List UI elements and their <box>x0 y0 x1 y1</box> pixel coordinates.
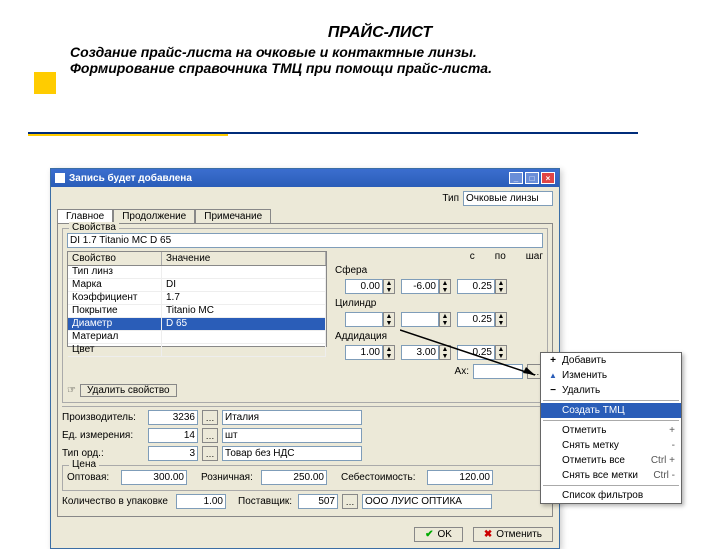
titlebar[interactable]: Запись будет добавлена _ □ × <box>51 169 559 187</box>
range-to-label: по <box>495 251 506 262</box>
type-field[interactable] <box>463 191 553 206</box>
maximize-button[interactable]: □ <box>525 172 539 184</box>
addidation-to[interactable] <box>401 345 439 360</box>
slide-bullet-marker <box>34 72 56 94</box>
table-row[interactable]: ДиаметрD 65 <box>68 318 326 331</box>
dialog-window: Запись будет добавлена _ □ × Тип Главное… <box>50 168 560 549</box>
minus-icon: − <box>547 385 559 396</box>
menu-add[interactable]: +Добавить <box>541 353 681 368</box>
menu-separator <box>543 485 679 486</box>
grid-header-property: Свойство <box>68 252 162 265</box>
plus-icon: + <box>547 355 559 366</box>
window-icon <box>55 173 65 183</box>
menu-mark[interactable]: Отметить+ <box>541 423 681 438</box>
menu-separator <box>543 400 679 401</box>
table-row[interactable]: Цвет <box>68 344 326 357</box>
retail-field[interactable] <box>261 470 327 485</box>
manufacturer-lookup-button[interactable]: … <box>202 410 218 425</box>
range-step-label: шаг <box>526 251 543 262</box>
supplier-lookup-button[interactable]: … <box>342 494 358 509</box>
sphere-step[interactable] <box>457 279 495 294</box>
table-row[interactable]: Коэффициент1.7 <box>68 292 326 305</box>
manufacturer-label: Производитель: <box>62 412 144 423</box>
order-type-id-field[interactable] <box>148 446 198 461</box>
sphere-from[interactable] <box>345 279 383 294</box>
tab-continuation[interactable]: Продолжение <box>113 209 195 223</box>
manufacturer-id-field[interactable] <box>148 410 198 425</box>
ax-label: Ax: <box>455 366 469 377</box>
supplier-label: Поставщик: <box>238 496 294 507</box>
table-row[interactable]: МаркаDI <box>68 279 326 292</box>
menu-edit[interactable]: ▲Изменить <box>541 368 681 383</box>
supplier-name-field[interactable] <box>362 494 492 509</box>
triangle-icon: ▲ <box>547 371 559 380</box>
tabs: Главное Продолжение Примечание <box>57 209 553 223</box>
unit-name-field[interactable] <box>222 428 362 443</box>
wholesale-field[interactable] <box>121 470 187 485</box>
table-row[interactable]: ПокрытиеTitanio MC <box>68 305 326 318</box>
check-icon: ✔ <box>425 529 433 540</box>
menu-unmark-all[interactable]: Снять все меткиCtrl - <box>541 468 681 483</box>
price-caption: Цена <box>69 459 99 470</box>
grid-header-value: Значение <box>162 252 326 265</box>
supplier-id-field[interactable] <box>298 494 338 509</box>
menu-mark-all[interactable]: Отметить всеCtrl + <box>541 453 681 468</box>
menu-delete[interactable]: −Удалить <box>541 383 681 398</box>
wholesale-label: Оптовая: <box>67 472 117 483</box>
order-type-name-field[interactable] <box>222 446 362 461</box>
minimize-button[interactable]: _ <box>509 172 523 184</box>
heading-underline-accent <box>28 134 228 136</box>
table-row[interactable]: Тип линз <box>68 266 326 279</box>
retail-label: Розничная: <box>201 472 257 483</box>
order-type-label: Тип орд.: <box>62 448 144 459</box>
cross-icon: ✖ <box>484 529 492 540</box>
tab-main[interactable]: Главное <box>57 209 113 223</box>
manufacturer-name-field[interactable] <box>222 410 362 425</box>
tab-note[interactable]: Примечание <box>195 209 271 223</box>
slide-title-1: ПРАЙС-ЛИСТ <box>70 24 690 42</box>
slide-title-3: Формирование справочника ТМЦ при помощи … <box>70 60 690 76</box>
window-title: Запись будет добавлена <box>69 173 192 184</box>
slide-heading: ПРАЙС-ЛИСТ Создание прайс-листа на очков… <box>0 0 720 84</box>
properties-grid[interactable]: Свойство Значение Тип линзМаркаDIКоэффиц… <box>67 251 327 347</box>
unit-id-field[interactable] <box>148 428 198 443</box>
context-menu: +Добавить ▲Изменить −Удалить Создать ТМЦ… <box>540 352 682 504</box>
menu-separator <box>543 420 679 421</box>
menu-unmark[interactable]: Снять метку- <box>541 438 681 453</box>
hand-icon: ☞ <box>67 385 76 396</box>
spin-up-icon[interactable]: ▲ <box>384 280 394 287</box>
type-label: Тип <box>442 193 459 204</box>
order-type-lookup-button[interactable]: … <box>202 446 218 461</box>
addidation-label: Аддидация <box>335 331 395 342</box>
slide-title-2: Создание прайс-листа на очковые и контак… <box>70 44 690 60</box>
ax-field[interactable] <box>473 364 523 379</box>
cost-label: Себестоимость: <box>341 472 423 483</box>
sphere-to[interactable] <box>401 279 439 294</box>
range-from-label: с <box>470 251 475 262</box>
spin-down-icon[interactable]: ▼ <box>384 287 394 294</box>
pack-qty-field[interactable] <box>176 494 226 509</box>
unit-label: Ед. измерения: <box>62 430 144 441</box>
unit-lookup-button[interactable]: … <box>202 428 218 443</box>
properties-caption: Свойства <box>69 222 119 233</box>
close-button[interactable]: × <box>541 172 555 184</box>
delete-property-button[interactable]: Удалить свойство <box>80 384 177 397</box>
cylinder-from[interactable] <box>345 312 383 327</box>
menu-create-tmc[interactable]: Создать ТМЦ <box>541 403 681 418</box>
sphere-label: Сфера <box>335 265 385 276</box>
table-row[interactable]: Материал <box>68 331 326 344</box>
cylinder-label: Цилиндр <box>335 298 385 309</box>
cylinder-to[interactable] <box>401 312 439 327</box>
cylinder-step[interactable] <box>457 312 495 327</box>
menu-filter-list[interactable]: Список фильтров <box>541 488 681 503</box>
pack-qty-label: Количество в упаковке <box>62 496 172 507</box>
properties-summary-field[interactable] <box>67 233 543 248</box>
cost-field[interactable] <box>427 470 493 485</box>
addidation-from[interactable] <box>345 345 383 360</box>
addidation-step[interactable] <box>457 345 495 360</box>
